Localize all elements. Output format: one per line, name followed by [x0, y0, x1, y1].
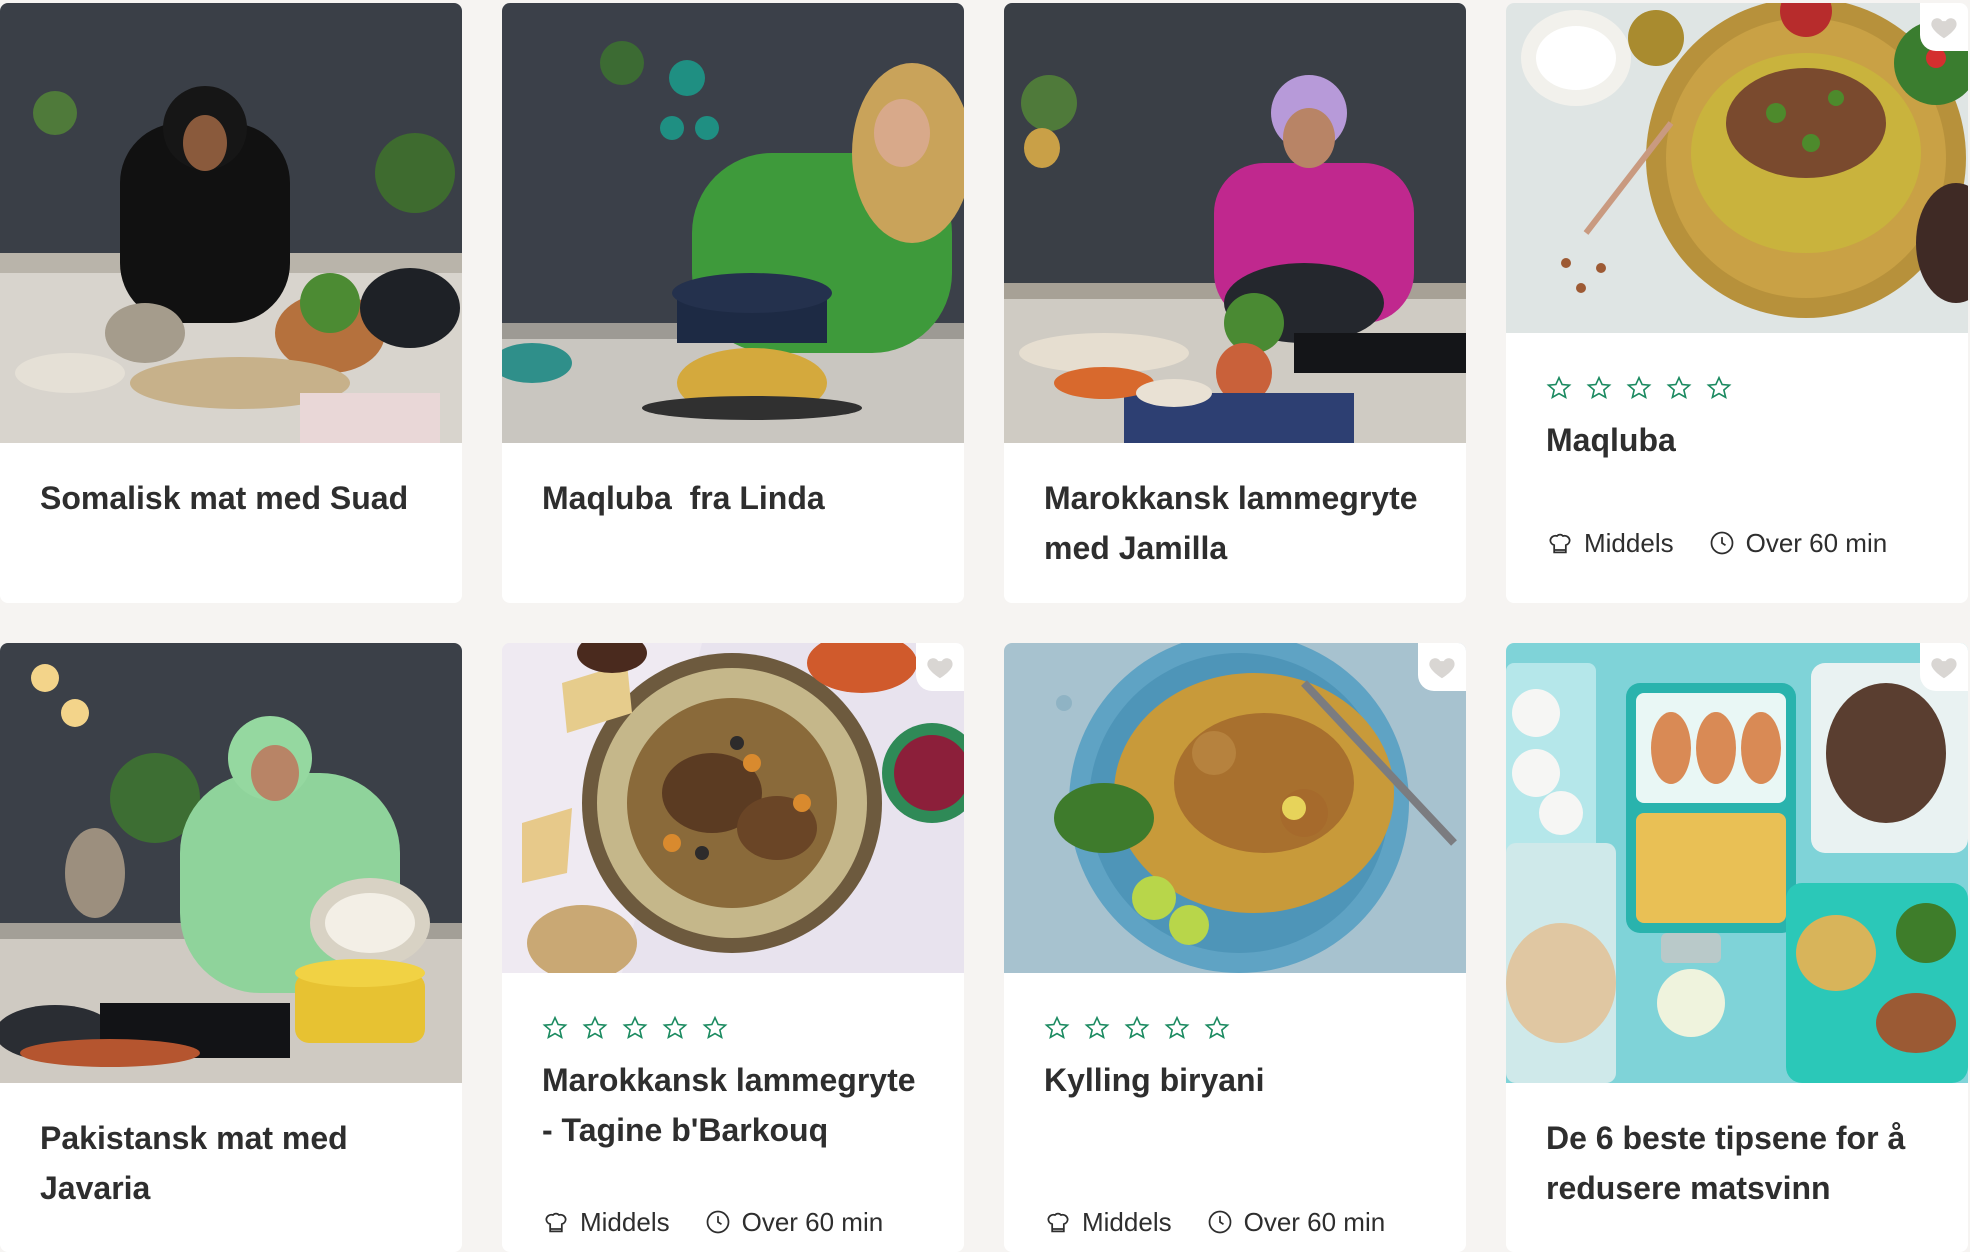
recipe-title[interactable]: Kylling biryani — [1044, 1055, 1426, 1105]
recipe-image — [502, 3, 964, 443]
recipe-card-somalisk[interactable]: Somalisk mat med Suad — [0, 3, 462, 603]
chef-hat-icon — [542, 1208, 570, 1236]
heart-icon — [1931, 658, 1957, 679]
recipe-meta: Middels Over 60 min — [1546, 523, 1887, 563]
recipe-image — [1004, 643, 1466, 973]
difficulty-label: Middels — [1584, 527, 1674, 558]
recipe-card-maqluba[interactable]: Maqluba Middels Over 60 min — [1506, 3, 1968, 603]
recipe-card-lammegryte-jamilla[interactable]: Marokkansk lammegryte med Jamilla — [1004, 3, 1466, 603]
star-icon[interactable] — [582, 1015, 608, 1041]
star-icon[interactable] — [1124, 1015, 1150, 1041]
recipe-image — [0, 643, 462, 1083]
article-title[interactable]: De 6 beste tipsene for å redusere matsvi… — [1546, 1113, 1946, 1213]
recipe-title[interactable]: Marokkansk lammegryte - Tagine b'Barkouq — [542, 1055, 932, 1155]
difficulty-label: Middels — [1082, 1206, 1172, 1237]
star-icon[interactable] — [542, 1015, 568, 1041]
star-icon[interactable] — [1084, 1015, 1110, 1041]
recipe-meta: Middels Over 60 min — [1044, 1202, 1385, 1242]
time-label: Over 60 min — [1745, 527, 1888, 558]
chef-hat-icon — [1546, 529, 1574, 557]
recipe-title[interactable]: Pakistansk mat med Javaria — [40, 1113, 370, 1213]
recipe-image — [0, 3, 462, 443]
rating-stars[interactable] — [1546, 373, 1928, 403]
star-icon[interactable] — [1706, 375, 1732, 401]
recipe-title[interactable]: Marokkansk lammegryte med Jamilla — [1044, 473, 1424, 573]
clock-icon — [1708, 529, 1736, 557]
recipe-image — [502, 643, 964, 973]
recipe-title[interactable]: Maqluba fra Linda — [542, 473, 924, 523]
star-icon[interactable] — [1044, 1015, 1070, 1041]
difficulty-label: Middels — [580, 1206, 670, 1237]
recipe-image — [1004, 3, 1466, 443]
star-icon[interactable] — [662, 1015, 688, 1041]
star-icon[interactable] — [1586, 375, 1612, 401]
favorite-button[interactable] — [1418, 643, 1466, 691]
heart-icon — [927, 658, 953, 679]
recipe-card-pakistansk[interactable]: Pakistansk mat med Javaria — [0, 643, 462, 1252]
star-icon[interactable] — [702, 1015, 728, 1041]
star-icon[interactable] — [1164, 1015, 1190, 1041]
recipe-card-tagine[interactable]: Marokkansk lammegryte - Tagine b'Barkouq… — [502, 643, 964, 1252]
recipe-title[interactable]: Somalisk mat med Suad — [40, 473, 422, 523]
recipe-card-kylling-biryani[interactable]: Kylling biryani Middels Over 60 min — [1004, 643, 1466, 1252]
star-icon[interactable] — [1546, 375, 1572, 401]
recipe-title[interactable]: Maqluba — [1546, 415, 1928, 465]
favorite-button[interactable] — [1920, 643, 1968, 691]
rating-stars[interactable] — [1044, 1013, 1426, 1043]
star-icon[interactable] — [1626, 375, 1652, 401]
clock-icon — [1206, 1208, 1234, 1236]
heart-icon — [1931, 18, 1957, 39]
article-image — [1506, 643, 1968, 1083]
article-card-matsvinn[interactable]: De 6 beste tipsene for å redusere matsvi… — [1506, 643, 1968, 1252]
recipe-card-maqluba-linda[interactable]: Maqluba fra Linda — [502, 3, 964, 603]
recipe-grid: Somalisk mat med Suad Maqluba fra Linda … — [0, 0, 1970, 1252]
recipe-meta: Middels Over 60 min — [542, 1202, 883, 1242]
rating-stars[interactable] — [542, 1013, 924, 1043]
time-label: Over 60 min — [1243, 1206, 1386, 1237]
star-icon[interactable] — [1204, 1015, 1230, 1041]
favorite-button[interactable] — [916, 643, 964, 691]
heart-icon — [1429, 658, 1455, 679]
favorite-button[interactable] — [1920, 3, 1968, 51]
clock-icon — [704, 1208, 732, 1236]
star-icon[interactable] — [622, 1015, 648, 1041]
recipe-image — [1506, 3, 1968, 333]
chef-hat-icon — [1044, 1208, 1072, 1236]
star-icon[interactable] — [1666, 375, 1692, 401]
time-label: Over 60 min — [741, 1206, 884, 1237]
